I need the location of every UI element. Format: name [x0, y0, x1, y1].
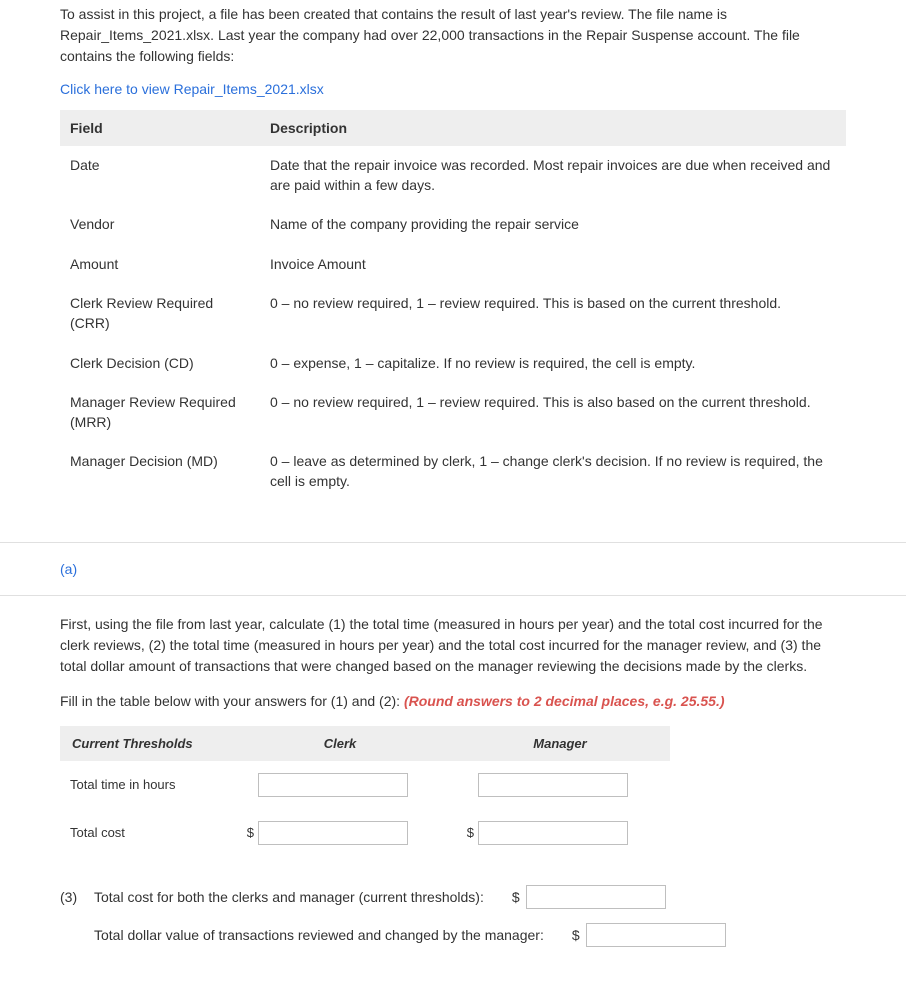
field-desc: 0 – expense, 1 – capitalize. If no revie…: [260, 344, 846, 384]
row-label-cost: Total cost: [60, 809, 230, 857]
table-row: Clerk Decision (CD) 0 – expense, 1 – cap…: [60, 344, 846, 384]
table-row: Manager Review Required (MRR) 0 – no rev…: [60, 383, 846, 442]
clerk-time-input[interactable]: [258, 773, 408, 797]
field-desc: Name of the company providing the repair…: [260, 205, 846, 245]
field-name: Vendor: [60, 205, 260, 245]
table-row: Clerk Review Required (CRR) 0 – no revie…: [60, 284, 846, 343]
field-name: Clerk Review Required (CRR): [60, 284, 260, 343]
page-container: To assist in this project, a file has be…: [0, 0, 906, 991]
answers-header-clerk: Clerk: [230, 726, 450, 761]
q3-line1-text: Total cost for both the clerks and manag…: [94, 889, 484, 905]
fill-prompt: Fill in the table below with your answer…: [60, 691, 846, 712]
fill-prompt-hint: (Round answers to 2 decimal places, e.g.…: [404, 693, 725, 709]
table-row: Vendor Name of the company providing the…: [60, 205, 846, 245]
question-3-block: (3) Total cost for both the clerks and m…: [60, 885, 846, 947]
row-label-time: Total time in hours: [60, 761, 230, 809]
table-row: Total time in hours: [60, 761, 670, 809]
manager-cost-input[interactable]: [478, 821, 628, 845]
clerk-cost-input[interactable]: [258, 821, 408, 845]
table-row: Date Date that the repair invoice was re…: [60, 146, 846, 205]
currency-prefix-dollar: $: [512, 889, 520, 905]
fields-table-block: Field Description Date Date that the rep…: [0, 110, 906, 532]
part-a-content: First, using the file from last year, ca…: [0, 596, 906, 971]
fields-header-field: Field: [60, 110, 260, 146]
currency-prefix-dollar: $: [460, 825, 474, 840]
q3-total-cost-input[interactable]: [526, 885, 666, 909]
intro-text: To assist in this project, a file has be…: [0, 0, 906, 75]
field-name: Clerk Decision (CD): [60, 344, 260, 384]
fields-header-description: Description: [260, 110, 846, 146]
field-desc: Date that the repair invoice was recorde…: [260, 146, 846, 205]
table-row: Amount Invoice Amount: [60, 245, 846, 285]
table-row: Total cost $ $: [60, 809, 670, 857]
instructions-text: First, using the file from last year, ca…: [60, 614, 846, 677]
table-row: Manager Decision (MD) 0 – leave as deter…: [60, 442, 846, 501]
manager-time-input[interactable]: [478, 773, 628, 797]
q3-row-2: Total dollar value of transactions revie…: [60, 923, 846, 947]
field-desc: 0 – no review required, 1 – review requi…: [260, 383, 846, 442]
part-label: (a): [0, 542, 906, 596]
answers-header-thresholds: Current Thresholds: [60, 726, 230, 761]
file-link[interactable]: Click here to view Repair_Items_2021.xls…: [0, 75, 906, 110]
answers-header-manager: Manager: [450, 726, 670, 761]
field-name: Manager Review Required (MRR): [60, 383, 260, 442]
q3-row-1: (3) Total cost for both the clerks and m…: [60, 885, 846, 909]
q3-dollar-value-input[interactable]: [586, 923, 726, 947]
field-name: Date: [60, 146, 260, 205]
answers-table: Current Thresholds Clerk Manager Total t…: [60, 726, 670, 857]
q3-number: (3): [60, 889, 86, 905]
field-desc: Invoice Amount: [260, 245, 846, 285]
field-name: Amount: [60, 245, 260, 285]
q3-line2-text: Total dollar value of transactions revie…: [94, 927, 544, 943]
currency-prefix-dollar: $: [240, 825, 254, 840]
fields-table: Field Description Date Date that the rep…: [60, 110, 846, 502]
field-name: Manager Decision (MD): [60, 442, 260, 501]
fill-prompt-prefix: Fill in the table below with your answer…: [60, 693, 404, 709]
currency-prefix-dollar: $: [572, 927, 580, 943]
field-desc: 0 – no review required, 1 – review requi…: [260, 284, 846, 343]
field-desc: 0 – leave as determined by clerk, 1 – ch…: [260, 442, 846, 501]
